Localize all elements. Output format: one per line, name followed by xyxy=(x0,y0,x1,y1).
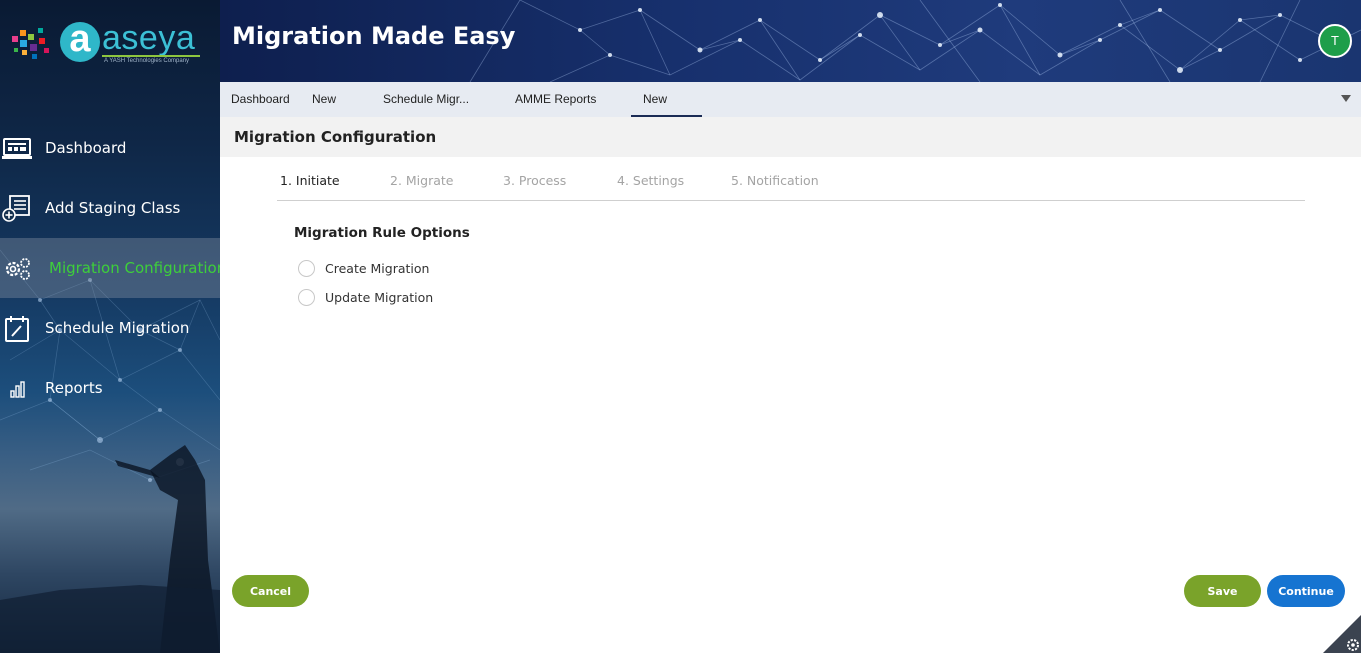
tab-new-active[interactable]: New xyxy=(630,82,703,117)
sidebar-item-migration-configuration[interactable]: Migration Configuration xyxy=(0,238,220,298)
tab-bar: Dashboard New Schedule Migr... AMME Repo… xyxy=(220,82,1361,117)
sidebar-item-reports[interactable]: Reports xyxy=(0,358,220,418)
tab-dashboard[interactable]: Dashboard xyxy=(231,82,290,117)
logo-letter: a xyxy=(60,20,100,62)
app-title: Migration Made Easy xyxy=(232,22,516,50)
update-migration-label: Update Migration xyxy=(325,289,434,305)
logo-tagline: A YASH Technologies Company xyxy=(104,58,190,64)
sidebar-item-label: Migration Configuration xyxy=(49,259,220,277)
logo-wordmark: aseya xyxy=(102,19,196,57)
triangle-down-icon[interactable] xyxy=(1339,91,1353,105)
monitor-icon xyxy=(2,138,32,159)
update-migration-option[interactable]: Update Migration xyxy=(298,288,433,306)
save-button[interactable]: Save xyxy=(1184,575,1261,607)
step-initiate[interactable]: 1. Initiate xyxy=(280,173,340,188)
page-header: Migration Configuration xyxy=(220,117,1361,157)
settings-corner-gear-icon[interactable] xyxy=(1323,615,1361,653)
create-migration-label: Create Migration xyxy=(325,260,430,276)
sidebar-item-add-staging-class[interactable]: Add Staging Class xyxy=(0,178,220,238)
tab-schedule-migration[interactable]: Schedule Migr... xyxy=(383,82,469,117)
logo-underline xyxy=(102,55,200,57)
logo: a aseya A YASH Technologies Company xyxy=(6,20,216,70)
cancel-button[interactable]: Cancel xyxy=(232,575,309,607)
sidebar: a aseya A YASH Technologies Company Dash… xyxy=(0,0,220,653)
migration-rule-options-title: Migration Rule Options xyxy=(294,225,470,241)
step-settings[interactable]: 4. Settings xyxy=(617,173,684,188)
step-process[interactable]: 3. Process xyxy=(503,173,566,188)
bar-chart-icon xyxy=(10,381,25,398)
sidebar-nav: Dashboard Add Staging Class Migration Co… xyxy=(0,118,220,418)
sidebar-item-label: Add Staging Class xyxy=(45,199,181,217)
sidebar-item-dashboard[interactable]: Dashboard xyxy=(0,118,220,178)
step-migrate[interactable]: 2. Migrate xyxy=(390,173,453,188)
app-header: Migration Made Easy T xyxy=(220,0,1361,82)
user-avatar[interactable]: T xyxy=(1318,24,1352,58)
wizard-steps: 1. Initiate 2. Migrate 3. Process 4. Set… xyxy=(277,157,1305,201)
step-notification[interactable]: 5. Notification xyxy=(731,173,819,188)
logo-pixel-mark-icon xyxy=(12,28,49,59)
page-title: Migration Configuration xyxy=(234,128,437,146)
sidebar-item-schedule-migration[interactable]: Schedule Migration xyxy=(0,298,220,358)
tab-new[interactable]: New xyxy=(312,82,336,117)
continue-button[interactable]: Continue xyxy=(1267,575,1345,607)
sidebar-item-label: Reports xyxy=(45,379,103,397)
calendar-edit-icon xyxy=(5,316,29,342)
add-list-icon xyxy=(2,195,30,222)
sidebar-item-label: Schedule Migration xyxy=(45,319,190,337)
tab-amme-reports[interactable]: AMME Reports xyxy=(515,82,596,117)
gears-icon xyxy=(5,258,30,280)
create-migration-option[interactable]: Create Migration xyxy=(298,259,429,277)
sidebar-item-label: Dashboard xyxy=(45,139,127,157)
create-migration-radio[interactable] xyxy=(298,259,315,277)
update-migration-radio[interactable] xyxy=(298,288,315,306)
